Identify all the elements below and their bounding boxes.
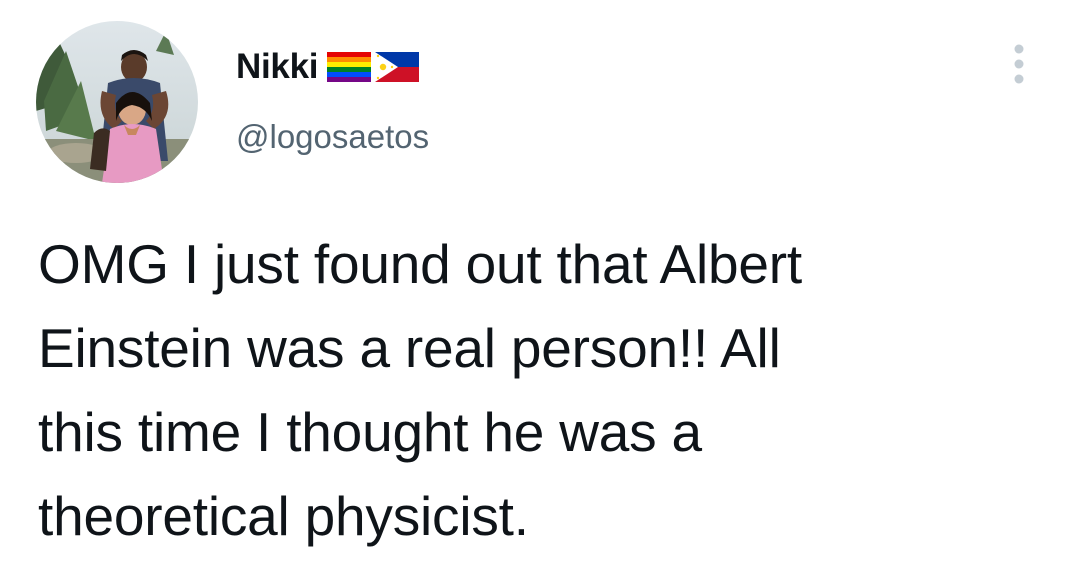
author-name-row[interactable]: Nikki — [236, 44, 420, 90]
philippines-flag-icon — [374, 51, 420, 83]
more-options-button[interactable] — [1004, 44, 1034, 88]
tweet-text-line: this time I thought he was a — [38, 401, 702, 463]
avatar-photo — [36, 21, 198, 183]
author-handle[interactable]: @logosaetos — [236, 118, 429, 156]
avatar[interactable] — [36, 21, 198, 183]
name-badges — [326, 51, 420, 83]
rainbow-flag-icon — [326, 51, 373, 83]
tweet-text-line: OMG I just found out that Albert — [38, 233, 803, 295]
tweet-text-line: Einstein was a real person!! All — [38, 317, 781, 379]
display-name[interactable]: Nikki — [236, 47, 318, 87]
tweet-text: OMG I just found out that Albert Einstei… — [38, 222, 1038, 558]
tweet-card: Nikki @logosaetos OMG I just found out t… — [0, 0, 1080, 583]
more-options-icon — [1012, 42, 1026, 91]
tweet-text-line: theoretical physicist. — [38, 485, 529, 547]
